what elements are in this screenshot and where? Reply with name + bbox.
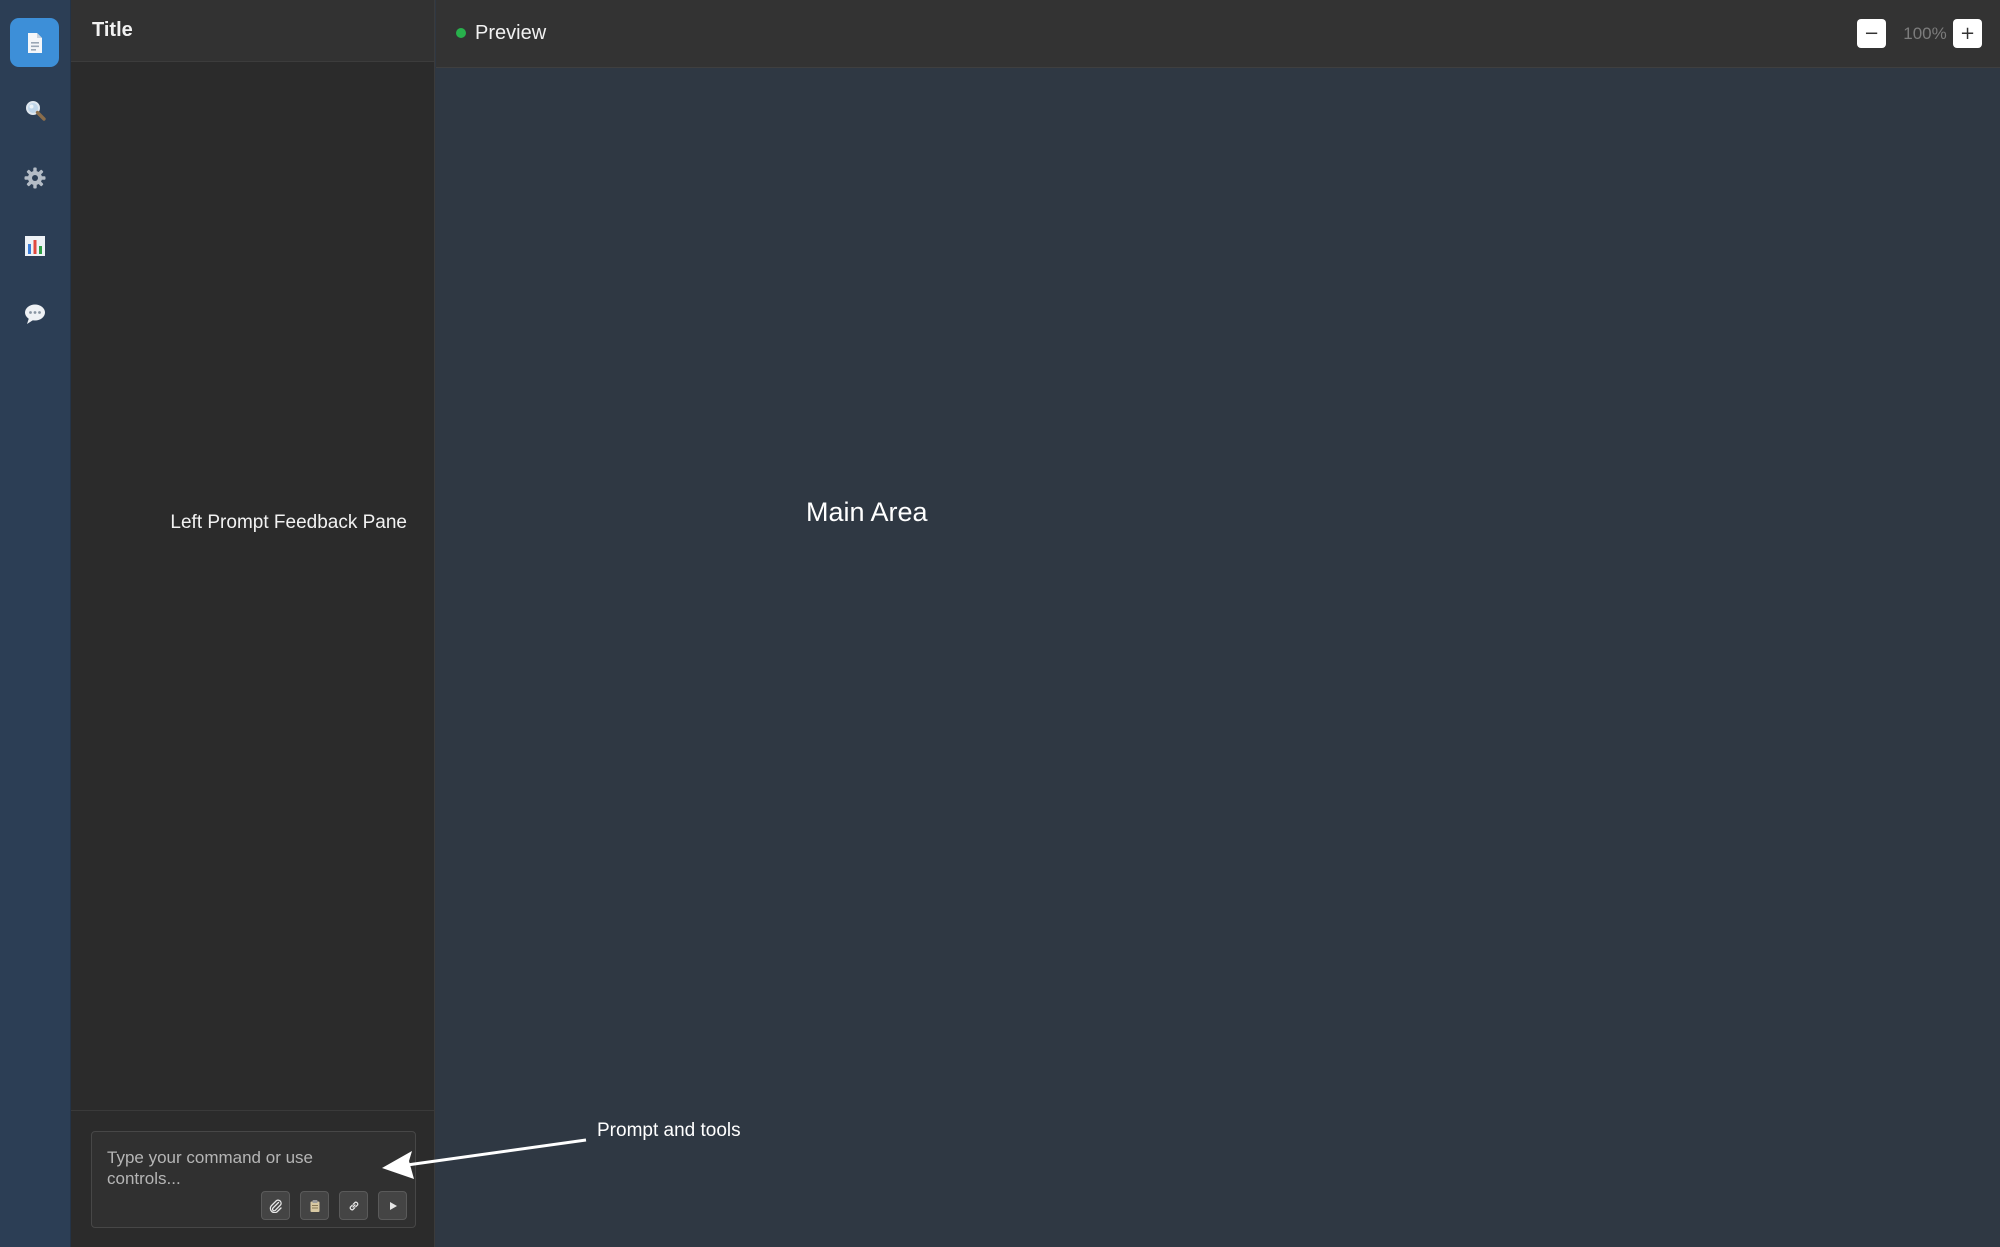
clipboard-icon	[310, 1199, 319, 1212]
prompt-annotation-label: Prompt and tools	[597, 1120, 741, 1141]
document-icon	[27, 32, 42, 53]
main-area: Preview − 100% + Main Area Prompt and to…	[436, 0, 2000, 1247]
main-area-label: Main Area	[806, 497, 928, 527]
zoom-in-button[interactable]: +	[1953, 19, 1982, 48]
zoom-out-button[interactable]: −	[1857, 19, 1886, 48]
link-icon	[349, 1201, 358, 1210]
clipboard-button[interactable]	[300, 1191, 329, 1220]
preview-label: Preview	[475, 22, 547, 44]
main-header: Preview − 100% +	[436, 0, 2000, 68]
prompt-area	[71, 1110, 434, 1247]
rail-search-button[interactable]	[10, 85, 59, 134]
left-pane-header: Title	[71, 0, 434, 62]
run-button[interactable]	[378, 1191, 407, 1220]
rail-chat-button[interactable]	[10, 289, 59, 338]
left-pane-title: Title	[92, 19, 133, 41]
left-pane-placeholder-label: Left Prompt Feedback Pane	[170, 512, 407, 533]
bar-chart-icon	[24, 235, 45, 256]
gear-icon	[24, 167, 45, 188]
app-window: Title Left Prompt Feedback Pane Type you…	[0, 0, 2000, 1247]
play-icon	[389, 1201, 397, 1210]
paperclip-icon	[269, 1199, 282, 1213]
zoom-level: 100%	[1903, 24, 1947, 43]
prompt-input[interactable]	[107, 1147, 337, 1193]
chat-bubble-icon	[24, 304, 45, 324]
rail-analytics-button[interactable]	[10, 221, 59, 270]
status-indicator	[456, 28, 466, 38]
search-icon	[25, 100, 46, 121]
attach-button[interactable]	[261, 1191, 290, 1220]
prompt-box	[91, 1131, 416, 1228]
link-button[interactable]	[339, 1191, 368, 1220]
rail-settings-button[interactable]	[10, 153, 59, 202]
icon-rail	[0, 0, 71, 1247]
left-prompt-feedback-pane: Title Left Prompt Feedback Pane	[71, 0, 435, 1247]
rail-document-button[interactable]	[10, 18, 59, 67]
